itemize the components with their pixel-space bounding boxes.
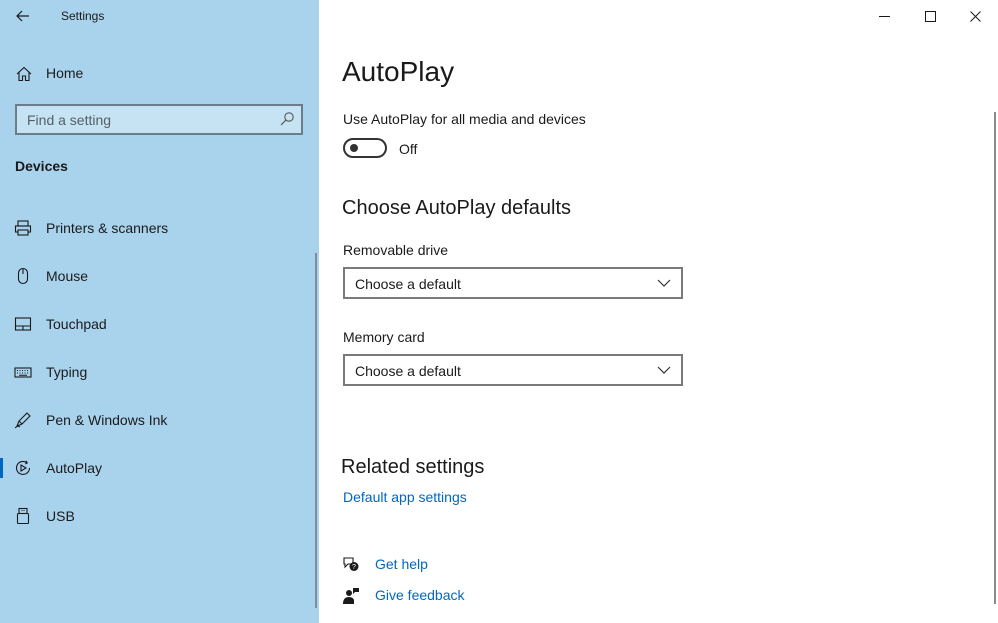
removable-drive-label: Removable drive: [343, 242, 449, 258]
toggle-knob: [350, 144, 358, 152]
get-help-link[interactable]: Get help: [375, 556, 428, 572]
page-title: AutoPlay: [342, 56, 455, 87]
sidebar-item-label: Mouse: [46, 268, 89, 284]
nav-home[interactable]: Home: [0, 58, 319, 88]
removable-drive-select[interactable]: Choose a default: [343, 267, 683, 299]
related-settings-heading: Related settings: [341, 456, 485, 478]
app-title: Settings: [61, 9, 105, 23]
back-button[interactable]: [8, 4, 38, 28]
get-help-icon: ?: [343, 557, 359, 571]
chevron-down-icon: [657, 279, 671, 287]
search-icon[interactable]: [279, 111, 295, 127]
give-feedback-icon: [343, 588, 359, 604]
back-arrow-icon: [16, 10, 29, 22]
sidebar-item-label: Typing: [46, 364, 88, 380]
sidebar-item-typing[interactable]: Typing: [0, 352, 319, 392]
maximize-button[interactable]: [907, 0, 953, 32]
svg-text:?: ?: [352, 564, 356, 571]
maximize-icon: [924, 10, 936, 22]
sidebar-scrollbar[interactable]: [315, 253, 317, 608]
default-app-settings-link[interactable]: Default app settings: [343, 489, 467, 505]
sidebar-item-label: Touchpad: [46, 316, 107, 332]
sidebar-item-autoplay[interactable]: AutoPlay: [0, 448, 319, 488]
mouse-icon: [17, 267, 29, 285]
memory-card-select[interactable]: Choose a default: [343, 354, 683, 386]
home-label: Home: [46, 65, 84, 81]
close-button[interactable]: [952, 0, 998, 32]
removable-drive-value: Choose a default: [355, 276, 461, 292]
home-icon: [16, 66, 32, 82]
sidebar-item-label: Printers & scanners: [46, 220, 169, 236]
printer-icon: [14, 220, 32, 236]
give-feedback-link[interactable]: Give feedback: [375, 587, 465, 603]
defaults-heading: Choose AutoPlay defaults: [342, 197, 572, 219]
search-input[interactable]: [17, 106, 267, 133]
sidebar-item-touchpad[interactable]: Touchpad: [0, 304, 319, 344]
sidebar-item-printers[interactable]: Printers & scanners: [0, 208, 319, 248]
sidebar-item-label: AutoPlay: [46, 460, 103, 476]
sidebar-item-label: USB: [46, 508, 75, 524]
usb-icon: [16, 507, 30, 525]
memory-card-label: Memory card: [343, 329, 425, 345]
sidebar-item-mouse[interactable]: Mouse: [0, 256, 319, 296]
content-scrollbar[interactable]: [994, 112, 996, 604]
autoplay-icon: [15, 460, 31, 475]
autoplay-toggle[interactable]: [343, 138, 387, 158]
close-icon: [969, 10, 981, 22]
sidebar-item-usb[interactable]: USB: [0, 496, 319, 536]
section-title: Devices: [15, 158, 68, 174]
minimize-button[interactable]: [861, 0, 907, 32]
sidebar: Settings Home Devices Printers & scanner…: [0, 0, 319, 623]
chevron-down-icon: [657, 366, 671, 374]
autoplay-toggle-label: Use AutoPlay for all media and devices: [343, 111, 586, 127]
active-indicator: [0, 458, 3, 478]
pen-icon: [14, 412, 31, 429]
minimize-icon: [878, 15, 890, 17]
titlebar-left: Settings: [0, 0, 319, 32]
sidebar-item-label: Pen & Windows Ink: [46, 412, 168, 428]
keyboard-icon: [14, 367, 32, 378]
toggle-state-text: Off: [399, 141, 418, 157]
sidebar-item-pen[interactable]: Pen & Windows Ink: [0, 400, 319, 440]
search-box[interactable]: [15, 104, 303, 135]
memory-card-value: Choose a default: [355, 363, 461, 379]
touchpad-icon: [14, 317, 32, 331]
